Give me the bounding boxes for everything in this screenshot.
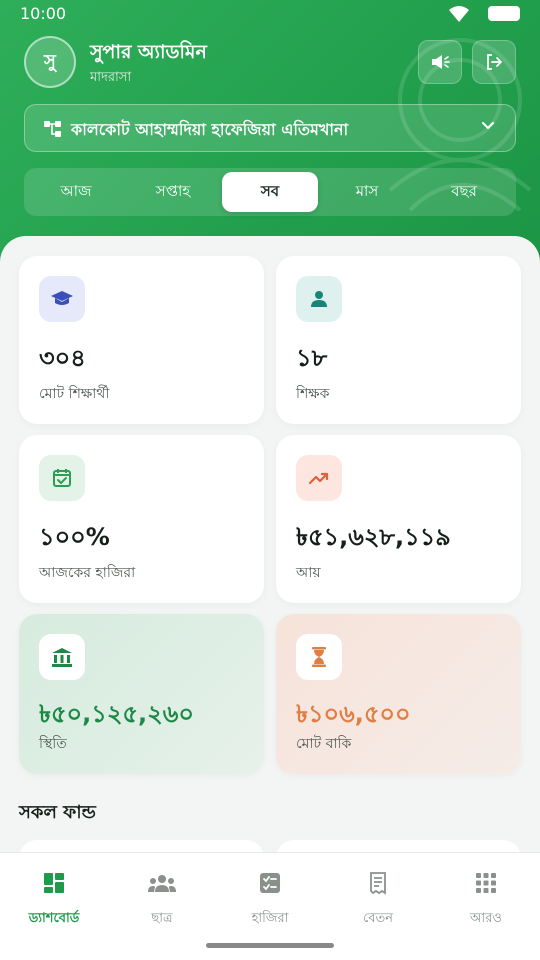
user-name: সুপার অ্যাডমিন — [90, 41, 207, 63]
nav-students[interactable]: ছাত্র — [108, 867, 216, 930]
tab-all[interactable]: সব — [222, 172, 318, 212]
institution-selector[interactable]: কালকোট আহাম্মদিয়া হাফেজিয়া এতিমখানা — [24, 104, 516, 152]
nav-label: হাজিরা — [251, 911, 289, 926]
nav-label: ছাত্র — [151, 911, 173, 926]
dashboard-icon — [44, 873, 64, 893]
status-bar: 10:00 — [0, 0, 540, 28]
period-tabs: আজ সপ্তাহ সব মাস বছর — [24, 168, 516, 216]
nav-salary[interactable]: বেতন — [324, 867, 432, 930]
students-icon — [148, 875, 176, 892]
stat-label: শিক্ষক — [296, 386, 330, 402]
more-grid-icon — [476, 873, 496, 893]
institution-name: কালকোট আহাম্মদিয়া হাফেজিয়া এতিমখানা — [71, 120, 349, 139]
graduation-cap-icon — [39, 276, 85, 322]
megaphone-icon — [432, 55, 450, 69]
attendance-icon — [260, 873, 280, 893]
nav-attendance[interactable]: হাজিরা — [216, 867, 324, 930]
stat-card-teachers[interactable]: ১৮ শিক্ষক — [276, 256, 521, 424]
stat-card-dues[interactable]: ৳১০৬,৫০০ মোট বাকি — [276, 614, 521, 774]
stat-value: ৳৫০,১২৫,২৬০ — [39, 700, 194, 728]
status-time: 10:00 — [20, 4, 67, 23]
stat-label: মোট বাকি — [296, 736, 352, 752]
funds-section-title: সকল ফান্ড — [19, 802, 96, 823]
bank-icon — [39, 634, 85, 680]
tab-week[interactable]: সপ্তাহ — [125, 172, 221, 212]
stat-label: আজকের হাজিরা — [39, 565, 136, 581]
stat-value: ৳৫১,৬২৮,১১৯ — [296, 523, 451, 551]
hourglass-icon — [296, 634, 342, 680]
stat-card-balance[interactable]: ৳৫০,১২৫,২৬০ স্থিতি — [19, 614, 264, 774]
calendar-check-icon — [39, 455, 85, 501]
battery-icon — [488, 6, 520, 21]
stat-value: ৩০৪ — [39, 344, 86, 372]
stat-label: মোট শিক্ষার্থী — [39, 386, 110, 402]
logout-button[interactable] — [472, 40, 516, 84]
stat-value: ১৮ — [296, 344, 328, 372]
stat-label: স্থিতি — [39, 736, 67, 752]
announcement-button[interactable] — [418, 40, 462, 84]
avatar[interactable]: সু — [24, 36, 76, 88]
stat-card-students[interactable]: ৩০৪ মোট শিক্ষার্থী — [19, 256, 264, 424]
stat-value: ১০০% — [39, 523, 110, 551]
salary-receipt-icon — [370, 872, 386, 895]
hierarchy-icon — [44, 121, 61, 137]
user-row: সু সুপার অ্যাডমিন মাদরাসা — [24, 36, 516, 90]
nav-label: আরও — [470, 911, 502, 926]
tab-today[interactable]: আজ — [28, 172, 124, 212]
bottom-navigation: ড্যাশবোর্ড ছাত্র হাজিরা বেতন আরও — [0, 852, 540, 960]
nav-dashboard[interactable]: ড্যাশবোর্ড — [0, 867, 108, 930]
stat-label: আয় — [296, 565, 321, 581]
stat-card-income[interactable]: ৳৫১,৬২৮,১১৯ আয় — [276, 435, 521, 603]
nav-more[interactable]: আরও — [432, 867, 540, 930]
logout-icon — [487, 54, 502, 70]
nav-label: বেতন — [362, 911, 394, 926]
stat-card-attendance[interactable]: ১০০% আজকের হাজিরা — [19, 435, 264, 603]
wifi-icon — [449, 6, 469, 22]
user-role: মাদরাসা — [90, 70, 132, 85]
home-indicator[interactable] — [206, 943, 334, 948]
chevron-down-icon — [482, 122, 494, 129]
trending-up-icon — [296, 455, 342, 501]
nav-label: ড্যাশবোর্ড — [28, 911, 80, 926]
tab-year[interactable]: বছর — [416, 172, 512, 212]
tab-month[interactable]: মাস — [319, 172, 415, 212]
person-icon — [296, 276, 342, 322]
stat-value: ৳১০৬,৫০০ — [296, 700, 411, 728]
